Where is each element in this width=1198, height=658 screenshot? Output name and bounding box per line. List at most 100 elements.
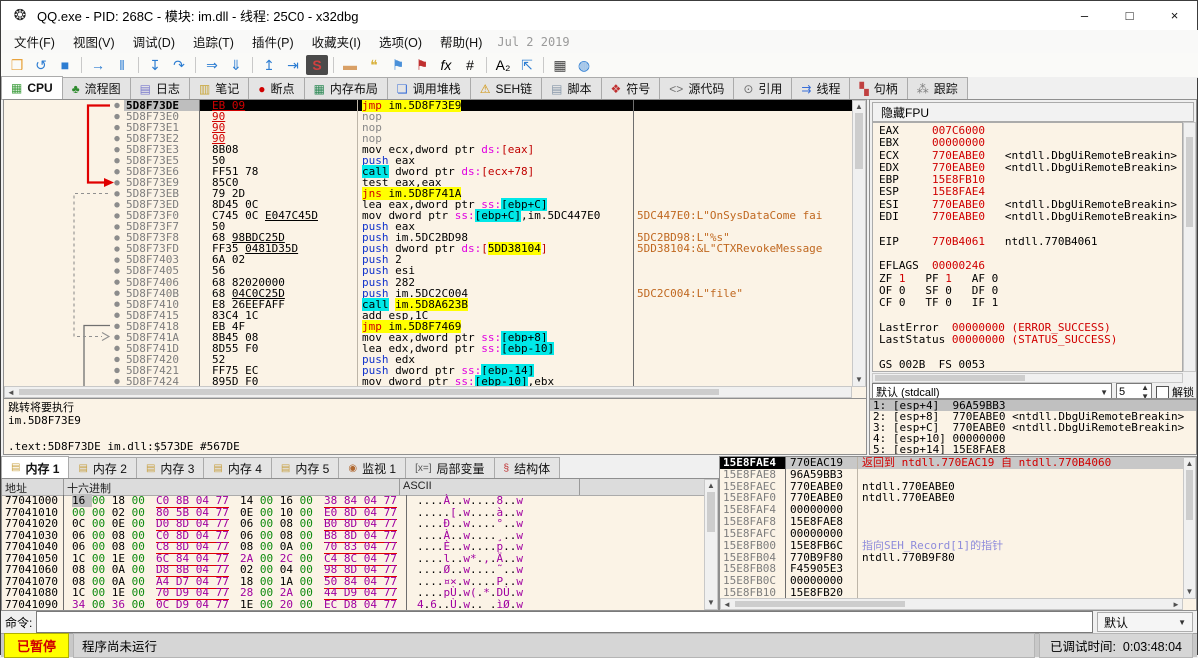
command-profile-select[interactable]: 默认▼ — [1097, 612, 1193, 632]
step-into-button[interactable]: ↧ — [144, 55, 166, 75]
window-title: QQ.exe - PID: 268C - 模块: im.dll - 线程: 25… — [37, 6, 359, 25]
tab-threads[interactable]: ⇉线程 — [792, 77, 850, 99]
menu-选项O[interactable]: 选项(O) — [370, 33, 431, 53]
comment-button[interactable]: ❝ — [363, 55, 385, 75]
tab-script[interactable]: ▤脚本 — [542, 77, 601, 99]
run-to-user-button[interactable]: ⇥ — [282, 55, 304, 75]
registers-vertical-scrollbar[interactable] — [1183, 122, 1196, 372]
disassembly-panel[interactable]: 5D8F73DEEB 09jmp im.5D8F73E95D8F73E090no… — [3, 99, 867, 399]
stack-panel[interactable]: 15E8FAE4770EAC19返回到 ntdll.770EAC19 自 ntd… — [719, 456, 1197, 611]
calling-convention-select[interactable]: 默认 (stdcall)▼ — [872, 383, 1112, 399]
bookmark-button[interactable]: ⚑ — [411, 55, 433, 75]
menu-bar: 文件(F)视图(V)调试(D)追踪(T)插件(P)收藏夹(I)选项(O)帮助(H… — [1, 30, 1198, 53]
close-button[interactable]: × — [1152, 1, 1197, 30]
tab-locals[interactable]: [x=]局部变量 — [406, 457, 494, 479]
tab-symbols[interactable]: ❖符号 — [602, 77, 661, 99]
patch-button[interactable]: ▬ — [339, 55, 361, 75]
arguments-panel[interactable]: 1: [esp+4] 96A59BB32: [esp+8] 770EABE0 <… — [869, 399, 1197, 455]
register-list[interactable]: EAX 007C6000EBX 00000000ECX 770EABE0 <nt… — [872, 122, 1183, 372]
tab-dump-2[interactable]: ▤内存 2 — [69, 457, 136, 479]
register-line[interactable]: EDI 770EABE0 <ntdll.DbgUiRemoteBreakin> — [879, 211, 1182, 223]
menu-文件F[interactable]: 文件(F) — [5, 33, 64, 53]
tab-dump-5[interactable]: ▤内存 5 — [272, 457, 339, 479]
calculator-button[interactable]: ▦ — [549, 55, 571, 75]
tab-symbols-icon: ❖ — [611, 83, 622, 95]
tab-notes-label: 笔记 — [215, 80, 239, 97]
toolbar-separator — [486, 57, 487, 73]
animate-into-button[interactable]: ⇒ — [201, 55, 223, 75]
memory-dump-panel[interactable]: 地址 十六进制 ASCII 7704100016 00 18 00C0 8B 0… — [1, 478, 719, 611]
tab-log[interactable]: ▤日志 — [131, 77, 190, 99]
step-over-button[interactable]: ↷ — [168, 55, 190, 75]
tab-watch-1[interactable]: ◉监视 1 — [339, 457, 406, 479]
stack-vertical-scrollbar[interactable]: ▲ ▼ — [1183, 457, 1196, 599]
argument-row[interactable]: 5: [esp+14] 15E8FAE8 — [870, 444, 1196, 455]
animate-over-button[interactable]: ⇓ — [225, 55, 247, 75]
label-button[interactable]: ⚑ — [387, 55, 409, 75]
tab-dump-4[interactable]: ▤内存 4 — [204, 457, 271, 479]
tab-notes-icon: ▥ — [199, 83, 210, 95]
tab-callstack[interactable]: ❏调用堆栈 — [388, 77, 471, 99]
restart-button[interactable]: ↺ — [30, 55, 52, 75]
tab-trace[interactable]: ⁂跟踪 — [908, 77, 968, 99]
toolbar: ❒↺■→‖↧↷⇒⇓↥⇥S▬❝⚑⚑fx#A₂⇱▦◍ — [1, 53, 1198, 78]
toolbar-separator — [543, 57, 544, 73]
disasm-row[interactable]: 5D8F741D8D55 F0lea edx,dword ptr ss:[ebp… — [124, 343, 852, 354]
menu-视图V[interactable]: 视图(V) — [64, 33, 124, 53]
argument-count-spinner[interactable]: 5▲▼ — [1116, 383, 1152, 399]
register-line[interactable]: CF 0 TF 0 IF 1 — [879, 297, 1182, 309]
function-button[interactable]: fx — [435, 55, 457, 75]
menu-追踪T[interactable]: 追踪(T) — [184, 33, 243, 53]
registers-horizontal-scrollbar[interactable] — [872, 373, 1183, 383]
scylla-button[interactable]: S — [306, 55, 328, 75]
register-line[interactable]: LastStatus 00000000 (STATUS_SUCCESS) — [879, 334, 1182, 346]
assemble-button[interactable]: A₂ — [492, 55, 514, 75]
disassembly-vertical-scrollbar[interactable]: ▲ ▼ — [852, 100, 866, 387]
menu-收藏夹I[interactable]: 收藏夹(I) — [303, 33, 370, 53]
pause-button[interactable]: ‖ — [111, 55, 133, 75]
stop-button[interactable]: ■ — [54, 55, 76, 75]
step-out-button[interactable]: ↥ — [258, 55, 280, 75]
hide-fpu-button[interactable]: 隐藏FPU — [872, 102, 1194, 122]
globe-button[interactable]: ◍ — [573, 55, 595, 75]
run-button[interactable]: → — [87, 55, 109, 75]
minimize-button[interactable]: – — [1062, 1, 1107, 30]
disasm-row[interactable]: 5D8F73DEEB 09jmp im.5D8F73E9 — [124, 100, 852, 111]
disasm-row[interactable]: 5D8F73F0C745 0C E047C45Dmov dword ptr ss… — [124, 210, 852, 221]
tab-cpu[interactable]: ▦CPU — [1, 76, 63, 99]
stack-row[interactable]: 15E8FB0015E8FB6C指向SEH_Record[1]的指针 — [720, 540, 1183, 552]
disasm-row[interactable]: 5D8F74036A 02push 2 — [124, 254, 852, 265]
menu-帮助H[interactable]: 帮助(H) — [431, 33, 491, 53]
status-bar: 已暂停 程序尚未运行 已调试时间: 0:03:48:04 — [1, 633, 1197, 657]
disasm-row[interactable]: 5D8F73E38B08mov ecx,dword ptr ds:[eax] — [124, 144, 852, 155]
disasm-row[interactable]: 5D8F73E090nop — [124, 111, 852, 122]
tab-breakpoints[interactable]: ●断点 — [249, 77, 304, 99]
register-line[interactable]: GS 002B FS 0053 — [879, 359, 1182, 371]
unlock-checkbox[interactable]: 解锁 — [1156, 384, 1194, 399]
tab-seh-label: SEH链 — [495, 80, 532, 97]
tab-memmap[interactable]: ▦内存布局 — [305, 77, 388, 99]
tab-handles[interactable]: ▚句柄 — [850, 77, 907, 99]
open-file-button[interactable]: ❒ — [6, 55, 28, 75]
tab-dump-3[interactable]: ▤内存 3 — [137, 457, 204, 479]
tab-graph[interactable]: ♣流程图 — [63, 77, 131, 99]
dump-row[interactable]: 7704109034 00 36 000C D9 04 771E 00 20 0… — [2, 599, 704, 611]
dump-vertical-scrollbar[interactable]: ▲ ▼ — [704, 479, 718, 610]
tab-source[interactable]: <>源代码 — [660, 77, 734, 99]
tab-notes[interactable]: ▥ 笔记 — [190, 77, 249, 99]
register-line[interactable]: EIP 770B4061 ntdll.770B4061 — [879, 236, 1182, 248]
hash-button[interactable]: # — [459, 55, 481, 75]
attach-button[interactable]: ⇱ — [516, 55, 538, 75]
stack-row[interactable]: 15E8FAE896A59BB3 — [720, 469, 1183, 481]
disassembly-horizontal-scrollbar[interactable]: ◄ — [4, 386, 852, 398]
menu-插件P[interactable]: 插件(P) — [243, 33, 303, 53]
disasm-row[interactable]: 5D8F73E190nop — [124, 122, 852, 133]
tab-seh[interactable]: ⚠SEH链 — [471, 77, 542, 99]
command-input[interactable] — [36, 611, 1093, 633]
tab-dump-1[interactable]: ▤内存 1 — [1, 456, 69, 479]
tab-references[interactable]: ⊙引用 — [734, 77, 792, 99]
tab-struct[interactable]: §结构体 — [495, 457, 561, 479]
menu-调试D[interactable]: 调试(D) — [124, 33, 184, 53]
stack-horizontal-scrollbar[interactable]: ◄ ► — [720, 598, 1183, 610]
maximize-button[interactable]: □ — [1107, 1, 1152, 30]
